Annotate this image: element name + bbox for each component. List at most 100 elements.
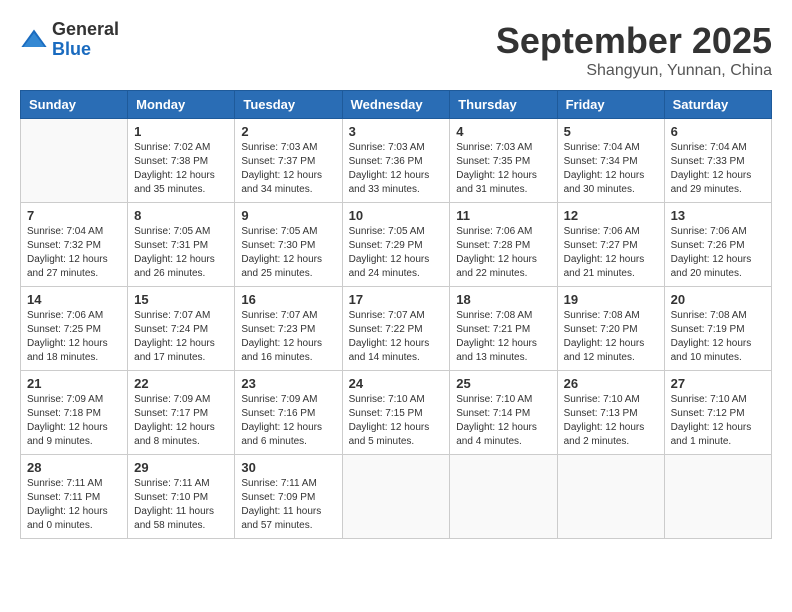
day-number: 14 bbox=[27, 292, 121, 307]
day-number: 27 bbox=[671, 376, 765, 391]
calendar-cell: 23Sunrise: 7:09 AMSunset: 7:16 PMDayligh… bbox=[235, 371, 342, 455]
calendar-cell: 25 Sunrise: 7:10 AMSunset: 7:14 PMDayligh… bbox=[450, 371, 557, 455]
weekday-header-thursday: Thursday bbox=[450, 91, 557, 119]
day-info: Sunrise: 7:06 AMSunset: 7:26 PMDaylight:… bbox=[671, 225, 765, 281]
calendar-cell: 18 Sunrise: 7:08 AMSunset: 7:21 PMDayligh… bbox=[450, 287, 557, 371]
day-number: 2 bbox=[241, 124, 335, 139]
day-number: 28 bbox=[27, 460, 121, 475]
day-info: Sunrise: 7:05 AMSunset: 7:29 PMDaylight:… bbox=[349, 225, 444, 281]
calendar-cell: 12 Sunrise: 7:06 AMSunset: 7:27 PMDayligh… bbox=[557, 203, 664, 287]
week-row-4: 21Sunrise: 7:09 AMSunset: 7:18 PMDayligh… bbox=[21, 371, 772, 455]
weekday-header-row: SundayMondayTuesdayWednesdayThursdayFrid… bbox=[21, 91, 772, 119]
day-info: Sunrise: 7:10 AMSunset: 7:14 PMDaylight:… bbox=[456, 393, 550, 449]
day-number: 22 bbox=[134, 376, 228, 391]
day-number: 12 bbox=[564, 208, 658, 223]
calendar-cell bbox=[664, 455, 771, 539]
calendar-cell: 6 Sunrise: 7:04 AMSunset: 7:33 PMDaylight… bbox=[664, 119, 771, 203]
day-info: Sunrise: 7:11 AMSunset: 7:10 PMDaylight:… bbox=[134, 477, 228, 533]
logo: General Blue bbox=[20, 20, 119, 60]
location-title: Shangyun, Yunnan, China bbox=[496, 62, 772, 80]
day-number: 26 bbox=[564, 376, 658, 391]
calendar-cell bbox=[21, 119, 128, 203]
calendar-cell: 14 Sunrise: 7:06 AMSunset: 7:25 PMDayligh… bbox=[21, 287, 128, 371]
day-number: 18 bbox=[456, 292, 550, 307]
calendar-cell: 21Sunrise: 7:09 AMSunset: 7:18 PMDayligh… bbox=[21, 371, 128, 455]
day-number: 17 bbox=[349, 292, 444, 307]
weekday-header-monday: Monday bbox=[128, 91, 235, 119]
day-info: Sunrise: 7:08 AMSunset: 7:19 PMDaylight:… bbox=[671, 309, 765, 365]
calendar-cell: 10 Sunrise: 7:05 AMSunset: 7:29 PMDayligh… bbox=[342, 203, 450, 287]
day-number: 20 bbox=[671, 292, 765, 307]
calendar-cell: 19Sunrise: 7:08 AMSunset: 7:20 PMDayligh… bbox=[557, 287, 664, 371]
day-info: Sunrise: 7:03 AMSunset: 7:35 PMDaylight:… bbox=[456, 141, 550, 197]
calendar-cell: 15 Sunrise: 7:07 AMSunset: 7:24 PMDayligh… bbox=[128, 287, 235, 371]
day-number: 1 bbox=[134, 124, 228, 139]
day-number: 10 bbox=[349, 208, 444, 223]
day-number: 19 bbox=[564, 292, 658, 307]
calendar-cell: 26 Sunrise: 7:10 AMSunset: 7:13 PMDayligh… bbox=[557, 371, 664, 455]
day-info: Sunrise: 7:08 AMSunset: 7:21 PMDaylight:… bbox=[456, 309, 550, 365]
day-number: 30 bbox=[241, 460, 335, 475]
day-info: Sunrise: 7:04 AMSunset: 7:32 PMDaylight:… bbox=[27, 225, 121, 281]
day-number: 24 bbox=[349, 376, 444, 391]
day-info: Sunrise: 7:06 AMSunset: 7:27 PMDaylight:… bbox=[564, 225, 658, 281]
title-area: September 2025 Shangyun, Yunnan, China bbox=[496, 20, 772, 80]
day-info: Sunrise: 7:02 AMSunset: 7:38 PMDaylight:… bbox=[134, 141, 228, 197]
day-number: 5 bbox=[564, 124, 658, 139]
day-number: 25 bbox=[456, 376, 550, 391]
calendar-cell bbox=[557, 455, 664, 539]
calendar-cell: 22 Sunrise: 7:09 AMSunset: 7:17 PMDayligh… bbox=[128, 371, 235, 455]
day-info: Sunrise: 7:10 AMSunset: 7:12 PMDaylight:… bbox=[671, 393, 765, 449]
day-number: 8 bbox=[134, 208, 228, 223]
logo-general-text: General bbox=[52, 20, 119, 40]
calendar-cell: 4Sunrise: 7:03 AMSunset: 7:35 PMDaylight… bbox=[450, 119, 557, 203]
day-number: 15 bbox=[134, 292, 228, 307]
day-info: Sunrise: 7:05 AMSunset: 7:30 PMDaylight:… bbox=[241, 225, 335, 281]
day-info: Sunrise: 7:09 AMSunset: 7:16 PMDaylight:… bbox=[241, 393, 335, 449]
calendar-cell: 3 Sunrise: 7:03 AMSunset: 7:36 PMDaylight… bbox=[342, 119, 450, 203]
calendar-cell: 5Sunrise: 7:04 AMSunset: 7:34 PMDaylight… bbox=[557, 119, 664, 203]
calendar-cell: 16Sunrise: 7:07 AMSunset: 7:23 PMDayligh… bbox=[235, 287, 342, 371]
day-info: Sunrise: 7:06 AMSunset: 7:25 PMDaylight:… bbox=[27, 309, 121, 365]
day-info: Sunrise: 7:05 AMSunset: 7:31 PMDaylight:… bbox=[134, 225, 228, 281]
day-info: Sunrise: 7:10 AMSunset: 7:15 PMDaylight:… bbox=[349, 393, 444, 449]
day-number: 3 bbox=[349, 124, 444, 139]
day-number: 7 bbox=[27, 208, 121, 223]
day-number: 9 bbox=[241, 208, 335, 223]
calendar-cell: 24 Sunrise: 7:10 AMSunset: 7:15 PMDayligh… bbox=[342, 371, 450, 455]
calendar: SundayMondayTuesdayWednesdayThursdayFrid… bbox=[20, 90, 772, 539]
logo-blue-text: Blue bbox=[52, 40, 119, 60]
calendar-cell: 8 Sunrise: 7:05 AMSunset: 7:31 PMDaylight… bbox=[128, 203, 235, 287]
day-number: 13 bbox=[671, 208, 765, 223]
day-info: Sunrise: 7:09 AMSunset: 7:17 PMDaylight:… bbox=[134, 393, 228, 449]
calendar-cell: 13 Sunrise: 7:06 AMSunset: 7:26 PMDayligh… bbox=[664, 203, 771, 287]
weekday-header-wednesday: Wednesday bbox=[342, 91, 450, 119]
calendar-cell: 29 Sunrise: 7:11 AMSunset: 7:10 PMDayligh… bbox=[128, 455, 235, 539]
day-info: Sunrise: 7:07 AMSunset: 7:24 PMDaylight:… bbox=[134, 309, 228, 365]
day-info: Sunrise: 7:06 AMSunset: 7:28 PMDaylight:… bbox=[456, 225, 550, 281]
day-number: 29 bbox=[134, 460, 228, 475]
calendar-cell bbox=[450, 455, 557, 539]
day-number: 11 bbox=[456, 208, 550, 223]
day-number: 16 bbox=[241, 292, 335, 307]
calendar-cell: 9 Sunrise: 7:05 AMSunset: 7:30 PMDaylight… bbox=[235, 203, 342, 287]
calendar-cell: 7 Sunrise: 7:04 AMSunset: 7:32 PMDaylight… bbox=[21, 203, 128, 287]
week-row-5: 28 Sunrise: 7:11 AMSunset: 7:11 PMDayligh… bbox=[21, 455, 772, 539]
calendar-cell: 20 Sunrise: 7:08 AMSunset: 7:19 PMDayligh… bbox=[664, 287, 771, 371]
day-info: Sunrise: 7:03 AMSunset: 7:37 PMDaylight:… bbox=[241, 141, 335, 197]
day-number: 6 bbox=[671, 124, 765, 139]
weekday-header-saturday: Saturday bbox=[664, 91, 771, 119]
day-info: Sunrise: 7:11 AMSunset: 7:11 PMDaylight:… bbox=[27, 477, 121, 533]
day-info: Sunrise: 7:03 AMSunset: 7:36 PMDaylight:… bbox=[349, 141, 444, 197]
weekday-header-sunday: Sunday bbox=[21, 91, 128, 119]
weekday-header-tuesday: Tuesday bbox=[235, 91, 342, 119]
header: General Blue September 2025 Shangyun, Yu… bbox=[20, 20, 772, 80]
month-title: September 2025 bbox=[496, 20, 772, 62]
day-info: Sunrise: 7:04 AMSunset: 7:33 PMDaylight:… bbox=[671, 141, 765, 197]
calendar-cell: 27 Sunrise: 7:10 AMSunset: 7:12 PMDayligh… bbox=[664, 371, 771, 455]
day-info: Sunrise: 7:11 AMSunset: 7:09 PMDaylight:… bbox=[241, 477, 335, 533]
calendar-cell: 30 Sunrise: 7:11 AMSunset: 7:09 PMDayligh… bbox=[235, 455, 342, 539]
weekday-header-friday: Friday bbox=[557, 91, 664, 119]
day-info: Sunrise: 7:10 AMSunset: 7:13 PMDaylight:… bbox=[564, 393, 658, 449]
day-info: Sunrise: 7:09 AMSunset: 7:18 PMDaylight:… bbox=[27, 393, 121, 449]
